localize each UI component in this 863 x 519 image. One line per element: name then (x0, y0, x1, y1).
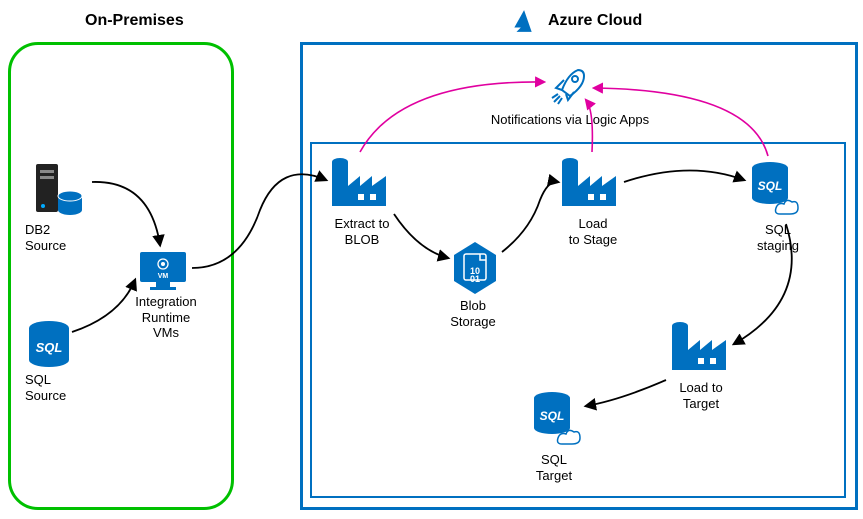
azure-logo-icon (510, 8, 536, 34)
db2-server-icon (30, 160, 90, 220)
load-stage-factory-icon (560, 156, 620, 212)
blob-storage-icon: 10 01 (450, 240, 500, 296)
vm-icon: VM (138, 250, 188, 292)
load-stage-label: Loadto Stage (558, 216, 628, 247)
sql-staging-label: SQLstaging (748, 222, 808, 253)
blob-storage-label: BlobStorage (438, 298, 508, 329)
logic-apps-rocket-icon (548, 66, 588, 106)
svg-text:SQL: SQL (36, 340, 63, 355)
sql-target-label: SQLTarget (524, 452, 584, 483)
svg-text:SQL: SQL (540, 409, 565, 423)
svg-text:VM: VM (158, 273, 169, 280)
sql-source-label: SQLSource (25, 372, 85, 403)
sql-source-icon: SQL (26, 320, 72, 370)
db2-source-label: DB2Source (25, 222, 85, 253)
svg-text:01: 01 (470, 274, 480, 284)
load-target-label: Load toTarget (666, 380, 736, 411)
onprem-zone-box (8, 42, 234, 510)
load-target-factory-icon (670, 320, 730, 376)
integration-runtime-label: IntegrationRuntimeVMs (126, 294, 206, 341)
onprem-zone-title: On-Premises (85, 12, 184, 30)
svg-text:SQL: SQL (758, 179, 783, 193)
azure-zone-title: Azure Cloud (548, 12, 642, 30)
extract-blob-label: Extract toBLOB (322, 216, 402, 247)
sql-staging-icon: SQL (748, 160, 800, 220)
notifications-label: Notifications via Logic Apps (460, 112, 680, 128)
extract-factory-icon (330, 156, 390, 212)
sql-target-icon: SQL (530, 390, 582, 450)
